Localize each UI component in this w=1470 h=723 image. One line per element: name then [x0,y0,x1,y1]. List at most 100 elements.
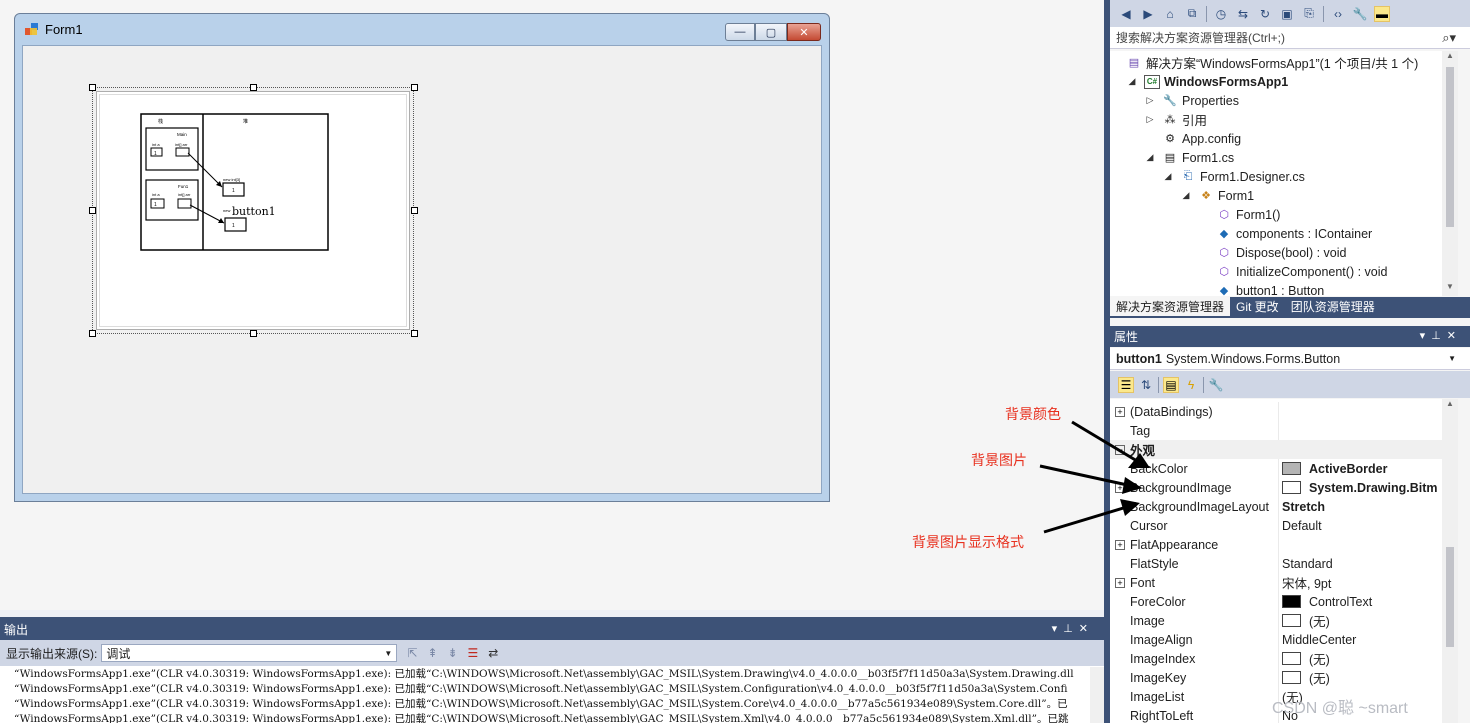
preview-selected-icon[interactable]: ▬ [1374,5,1390,22]
property-value[interactable]: 宋体, 9pt [1282,573,1442,592]
property-value[interactable]: MiddleCenter [1282,633,1442,647]
property-row[interactable]: ImageAlign MiddleCenter [1110,630,1448,649]
maximize-button[interactable]: ▢ [755,23,787,41]
property-row[interactable]: ForeColor ControlText [1110,592,1448,611]
next-message-icon[interactable]: ⇟ [447,646,457,660]
minimize-button[interactable]: — [725,23,755,41]
property-value[interactable]: System.Drawing.Bitm [1282,481,1442,495]
tab-git-changes[interactable]: Git 更改 [1230,297,1285,316]
scroll-down-icon[interactable]: ▼ [1442,282,1458,296]
solution-scrollbar[interactable]: ▲ ▼ [1442,51,1458,296]
properties-wrench-icon[interactable]: 🔧 [1352,6,1368,22]
home-icon[interactable]: ⌂ [1162,6,1178,22]
tree-item-initialize[interactable]: ⬡ InitializeComponent() : void [1216,262,1387,281]
chevron-down-icon[interactable]: ▼ [384,649,392,658]
property-row[interactable]: Tag [1110,421,1448,440]
prev-message-icon[interactable]: ⇞ [427,646,437,660]
tree-item-components[interactable]: ◆ components : IContainer [1216,224,1372,243]
property-row[interactable]: + FlatAppearance [1110,535,1448,554]
property-value[interactable]: ControlText [1282,595,1442,609]
expand-icon[interactable]: + [1115,539,1125,550]
collapse-arrow-icon[interactable]: ◢ [1126,76,1138,87]
pin-icon[interactable]: ▾⊥✕ [1052,622,1094,635]
collapse-all-icon[interactable]: ▣ [1279,6,1295,22]
resize-handle-e[interactable] [411,207,418,214]
form-designer-surface[interactable]: Form1 — ▢ ✕ 栈 堆 Main int a int[] arr 1 F… [0,0,1104,610]
expand-arrow-icon[interactable]: ▷ [1144,95,1156,106]
resize-handle-n[interactable] [250,84,257,91]
tab-team-explorer[interactable]: 团队资源管理器 [1285,297,1381,316]
tree-item-properties[interactable]: ▷ 🔧 Properties [1144,91,1239,110]
property-row[interactable]: + Font 宋体, 9pt [1110,573,1448,592]
property-row[interactable]: BackgroundImageLayout Stretch [1110,497,1448,516]
refresh-icon[interactable]: ↻ [1257,6,1273,22]
scroll-up-icon[interactable]: ▲ [1442,51,1458,65]
expand-icon[interactable]: + [1115,406,1125,417]
pending-changes-filter-icon[interactable]: ◷ [1213,6,1229,22]
collapse-arrow-icon[interactable]: ◢ [1162,171,1174,182]
expand-icon[interactable]: + [1115,482,1125,493]
show-all-files-icon[interactable]: ⎘ [1301,6,1317,22]
property-value[interactable]: (无) [1282,611,1442,630]
tree-item-project[interactable]: ◢ C# WindowsFormsApp1 [1126,72,1288,91]
search-icon[interactable]: ⌕▾ [1442,30,1456,46]
property-row[interactable]: ImageKey (无) [1110,668,1448,687]
switch-views-icon[interactable]: ⧉ [1184,6,1200,22]
tree-item-references[interactable]: ▷ ⁂ 引用 [1144,110,1207,129]
word-wrap-icon[interactable]: ⇄ [488,646,498,660]
scroll-up-icon[interactable]: ▲ [1442,399,1458,413]
output-scrollbar[interactable] [1090,667,1104,723]
property-row[interactable]: + BackgroundImage System.Drawing.Bitm [1110,478,1448,497]
property-row[interactable]: BackColor ActiveBorder [1110,459,1448,478]
tree-item-form1-cs[interactable]: ◢ ▤ Form1.cs [1144,148,1235,167]
resize-handle-w[interactable] [89,207,96,214]
close-button[interactable]: ✕ [787,23,821,41]
tree-item-ctor[interactable]: ⬡ Form1() [1216,205,1280,224]
tree-item-solution[interactable]: ▤ 解决方案“WindowsFormsApp1”(1 个项目/共 1 个) [1126,53,1418,72]
property-row[interactable]: + (DataBindings) [1110,402,1448,421]
property-value[interactable]: Stretch [1282,500,1442,514]
tree-item-dispose[interactable]: ⬡ Dispose(bool) : void [1216,243,1346,262]
back-icon[interactable]: ◀ [1118,6,1134,22]
property-value[interactable]: Standard [1282,557,1442,571]
events-lightning-icon[interactable]: ϟ [1183,377,1199,393]
scroll-thumb[interactable] [1446,547,1454,647]
resize-handle-s[interactable] [250,330,257,337]
property-pages-icon[interactable]: 🔧 [1208,377,1224,393]
collapse-arrow-icon[interactable]: ◢ [1144,152,1156,163]
property-row[interactable]: FlatStyle Standard [1110,554,1448,573]
tab-solution-explorer[interactable]: 解决方案资源管理器 [1110,297,1231,316]
property-row[interactable]: Cursor Default [1110,516,1448,535]
property-value[interactable]: (无) [1282,649,1442,668]
clear-all-icon[interactable]: ☰ [468,646,479,660]
resize-handle-sw[interactable] [89,330,96,337]
pin-icon[interactable]: ▾⊥✕ [1420,329,1462,342]
sync-icon[interactable]: ⇆ [1235,6,1251,22]
output-source-select[interactable]: 调试 ▼ [101,644,398,662]
expand-icon[interactable]: + [1115,577,1125,588]
forward-icon[interactable]: ▶ [1140,6,1156,22]
collapse-icon[interactable]: − [1115,444,1125,455]
property-value[interactable]: ActiveBorder [1282,462,1442,476]
view-code-icon[interactable]: ‹› [1330,6,1346,22]
resize-handle-ne[interactable] [411,84,418,91]
tree-item-button1[interactable]: ◆ button1 : Button [1216,281,1325,297]
expand-arrow-icon[interactable]: ▷ [1144,114,1156,125]
form-titlebar[interactable]: Form1 — ▢ ✕ [15,14,829,44]
find-message-icon[interactable]: ⇱ [407,646,417,660]
chevron-down-icon[interactable]: ▼ [1448,354,1456,363]
tree-item-form1-class[interactable]: ◢ ❖ Form1 [1180,186,1255,205]
tree-item-app-config[interactable]: ⚙ App.config [1162,129,1241,148]
categorized-icon[interactable]: ☰ [1118,376,1134,393]
property-row[interactable]: Image (无) [1110,611,1448,630]
output-text[interactable]: “WindowsFormsApp1.exe”(CLR v4.0.30319: W… [0,667,1090,723]
solution-search-input[interactable]: 搜索解决方案资源管理器(Ctrl+;) ⌕▾ [1110,27,1470,49]
tree-item-form1-designer[interactable]: ◢ ⎗ Form1.Designer.cs [1162,167,1305,186]
resize-handle-se[interactable] [411,330,418,337]
collapse-arrow-icon[interactable]: ◢ [1180,190,1192,201]
property-row[interactable]: − 外观 [1110,440,1448,459]
property-value[interactable]: (无) [1282,668,1442,687]
alphabetical-icon[interactable]: ⇅ [1138,377,1154,393]
property-value[interactable]: Default [1282,519,1442,533]
scroll-thumb[interactable] [1446,67,1454,227]
